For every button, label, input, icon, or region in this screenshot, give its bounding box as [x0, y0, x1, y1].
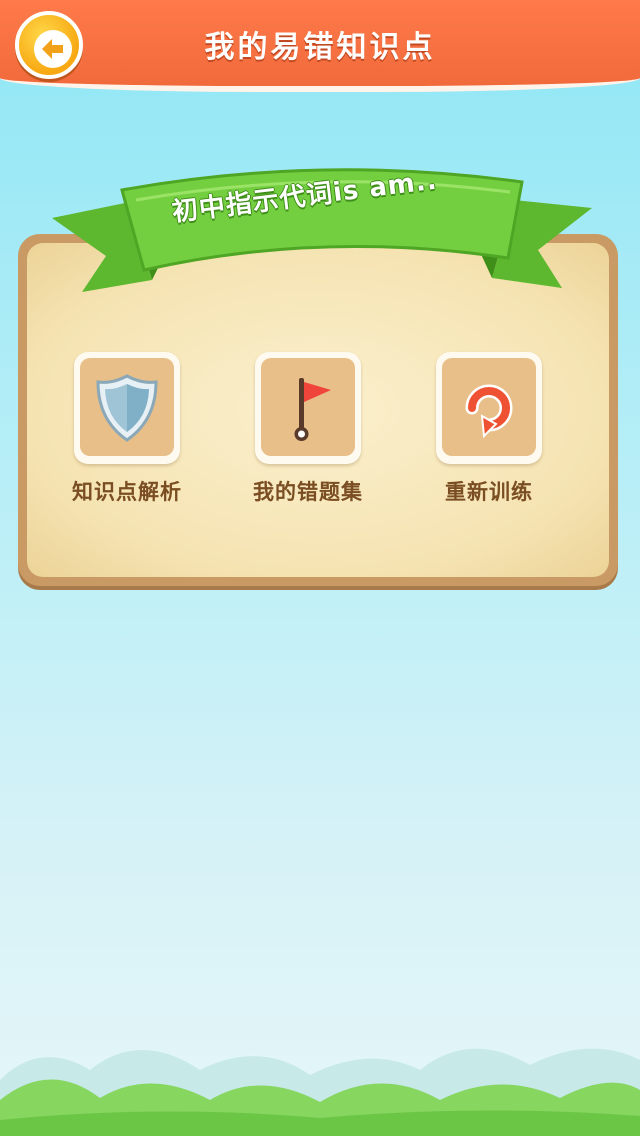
- option-label: 知识点解析: [72, 480, 182, 504]
- page-title: 我的易错知识点: [204, 30, 436, 65]
- option-tile: [74, 352, 180, 464]
- option-tile: [255, 352, 361, 464]
- option-tile: [436, 352, 542, 464]
- refresh-icon: [465, 384, 513, 439]
- top-bar: 我的易错知识点: [0, 0, 640, 92]
- option-label: 我的错题集: [253, 480, 363, 504]
- background-hills: [0, 1048, 640, 1136]
- shield-icon: [96, 374, 158, 442]
- option-knowledge-analysis[interactable]: 知识点解析: [52, 352, 202, 512]
- option-label: 重新训练: [445, 480, 533, 504]
- option-retrain[interactable]: 重新训练: [414, 352, 564, 512]
- flag-icon: [294, 378, 331, 441]
- option-my-mistakes[interactable]: 我的错题集: [233, 352, 383, 512]
